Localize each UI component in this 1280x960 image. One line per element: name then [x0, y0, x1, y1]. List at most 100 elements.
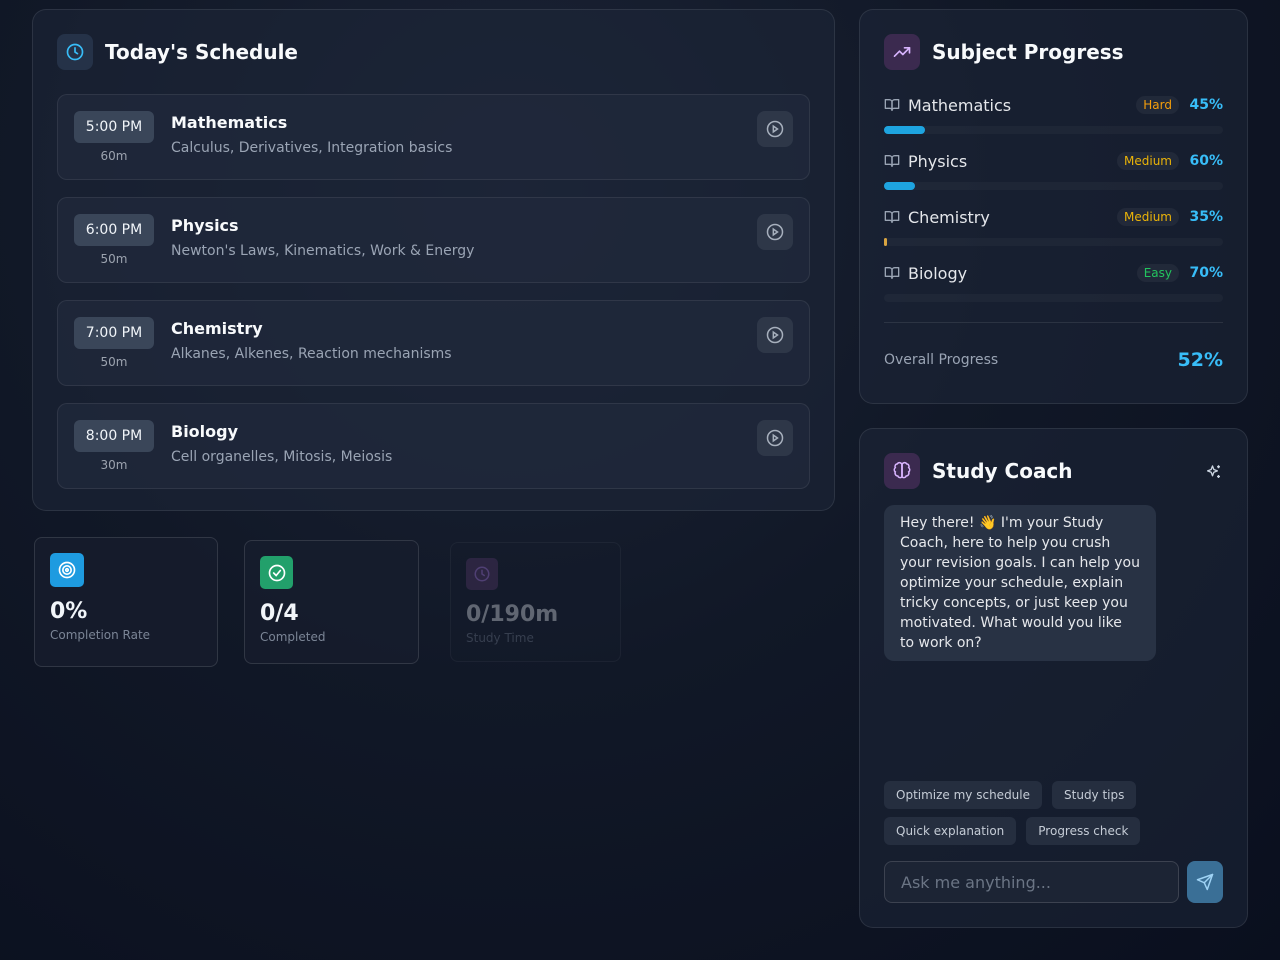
trending-up-icon — [884, 34, 920, 70]
chip-quick-explanation[interactable]: Quick explanation — [884, 817, 1017, 845]
time-column: 6:00 PM 50m — [74, 214, 154, 266]
coach-header: Study Coach — [884, 453, 1223, 489]
progress-bar-fill — [884, 182, 915, 190]
schedule-item-body: Mathematics Calculus, Derivatives, Integ… — [171, 111, 452, 163]
stat-completion-rate: 0% Completion Rate — [34, 537, 218, 667]
subject-name: Biology — [171, 422, 239, 441]
schedule-item-physics[interactable]: 6:00 PM 50m Physics Newton's Laws, Kinem… — [57, 197, 810, 283]
subject-name: Biology — [908, 263, 968, 283]
suggestion-chips: Optimize my schedule Study tips Quick ex… — [884, 781, 1214, 845]
stat-label: Study Time — [466, 631, 534, 645]
time-column: 8:00 PM 30m — [74, 420, 154, 472]
duration: 30m — [100, 458, 128, 472]
ask-row — [884, 861, 1223, 903]
play-circle-icon — [766, 326, 784, 344]
send-icon — [1196, 873, 1214, 891]
overall-progress-value: 52% — [1177, 349, 1223, 371]
coach-title: Study Coach — [932, 459, 1073, 483]
subject-topics: Cell organelles, Mitosis, Meiosis — [171, 449, 393, 465]
play-circle-icon — [766, 429, 784, 447]
book-open-icon — [884, 97, 900, 113]
subject-percent: 60% — [1189, 153, 1223, 169]
send-button[interactable] — [1187, 861, 1223, 903]
start-session-button[interactable] — [757, 317, 793, 353]
clock-icon — [466, 558, 498, 590]
subject-percent: 35% — [1189, 209, 1223, 225]
stat-completed: 0/4 Completed — [244, 540, 419, 664]
progress-list: Mathematics Hard 45% Physics Medium 60% Chemis… — [884, 94, 1223, 318]
brain-icon — [884, 453, 920, 489]
target-icon — [50, 553, 84, 587]
subject-name: Mathematics — [171, 113, 288, 132]
time-column: 5:00 PM 60m — [74, 111, 154, 163]
subject-topics: Calculus, Derivatives, Integration basic… — [171, 140, 453, 156]
progress-title: Subject Progress — [932, 40, 1124, 64]
progress-bar-fill — [884, 238, 888, 246]
progress-row-top: Chemistry Medium 35% — [884, 206, 1223, 228]
time-pill: 6:00 PM — [74, 214, 154, 246]
subject-name: Physics — [908, 151, 968, 171]
stat-label: Completed — [260, 630, 326, 644]
overall-progress: Overall Progress 52% — [884, 322, 1223, 371]
subject-name: Mathematics — [908, 95, 1012, 115]
schedule-header: Today's Schedule — [57, 34, 810, 70]
progress-bar — [884, 238, 1223, 246]
subject-topics: Alkanes, Alkenes, Reaction mechanisms — [171, 346, 452, 362]
schedule-panel: Today's Schedule 5:00 PM 60m Mathematics… — [32, 9, 835, 511]
schedule-title: Today's Schedule — [105, 40, 298, 64]
progress-bar — [884, 126, 1223, 134]
subject-name: Chemistry — [171, 319, 263, 338]
time-pill: 7:00 PM — [74, 317, 154, 349]
stat-label: Completion Rate — [50, 628, 151, 642]
check-circle-icon — [260, 556, 293, 589]
progress-bar — [884, 182, 1223, 190]
schedule-item-chemistry[interactable]: 7:00 PM 50m Chemistry Alkanes, Alkenes, … — [57, 300, 810, 386]
stat-study-time: 0/190m Study Time — [450, 542, 621, 662]
clock-icon — [57, 34, 93, 70]
schedule-list: 5:00 PM 60m Mathematics Calculus, Deriva… — [57, 94, 810, 489]
progress-row-physics: Physics Medium 60% — [884, 150, 1223, 206]
stat-value: 0% — [50, 599, 88, 624]
progress-bar-fill — [884, 126, 925, 134]
chip-study-tips[interactable]: Study tips — [1052, 781, 1137, 809]
chip-progress-check[interactable]: Progress check — [1026, 817, 1141, 845]
overall-progress-label: Overall Progress — [884, 352, 999, 368]
coach-message: Hey there! 👋 I'm your Study Coach, here … — [884, 505, 1156, 661]
subject-topics: Newton's Laws, Kinematics, Work & Energy — [171, 243, 475, 259]
difficulty-badge: Medium — [1117, 152, 1179, 170]
progress-bar — [884, 294, 1223, 302]
progress-row-top: Physics Medium 60% — [884, 150, 1223, 172]
subject-name: Physics — [171, 216, 239, 235]
study-coach-panel: Study Coach Hey there! 👋 I'm your Study … — [859, 428, 1248, 928]
chip-optimize-schedule[interactable]: Optimize my schedule — [884, 781, 1043, 809]
difficulty-badge: Hard — [1136, 96, 1179, 114]
subject-percent: 70% — [1189, 265, 1223, 281]
schedule-item-body: Physics Newton's Laws, Kinematics, Work … — [171, 214, 474, 266]
progress-row-biology: Biology Easy 70% — [884, 262, 1223, 318]
play-circle-icon — [766, 120, 784, 138]
schedule-item-biology[interactable]: 8:00 PM 30m Biology Cell organelles, Mit… — [57, 403, 810, 489]
start-session-button[interactable] — [757, 111, 793, 147]
subject-percent: 45% — [1189, 97, 1223, 113]
book-open-icon — [884, 265, 900, 281]
schedule-item-body: Chemistry Alkanes, Alkenes, Reaction mec… — [171, 317, 452, 369]
start-session-button[interactable] — [757, 214, 793, 250]
book-open-icon — [884, 153, 900, 169]
sparkles-icon[interactable] — [1205, 463, 1223, 485]
difficulty-badge: Easy — [1136, 264, 1179, 282]
duration: 50m — [100, 355, 128, 369]
play-circle-icon — [766, 223, 784, 241]
stat-value: 0/190m — [466, 602, 559, 627]
start-session-button[interactable] — [757, 420, 793, 456]
progress-row-top: Mathematics Hard 45% — [884, 94, 1223, 116]
stat-value: 0/4 — [260, 601, 299, 626]
subject-name: Chemistry — [908, 207, 990, 227]
subject-progress-panel: Subject Progress Mathematics Hard 45% Physi… — [859, 9, 1248, 404]
progress-row-mathematics: Mathematics Hard 45% — [884, 94, 1223, 150]
duration: 60m — [100, 149, 128, 163]
schedule-item-mathematics[interactable]: 5:00 PM 60m Mathematics Calculus, Deriva… — [57, 94, 810, 180]
ask-input[interactable] — [884, 861, 1179, 903]
progress-row-top: Biology Easy 70% — [884, 262, 1223, 284]
progress-header: Subject Progress — [884, 34, 1223, 70]
progress-row-chemistry: Chemistry Medium 35% — [884, 206, 1223, 262]
